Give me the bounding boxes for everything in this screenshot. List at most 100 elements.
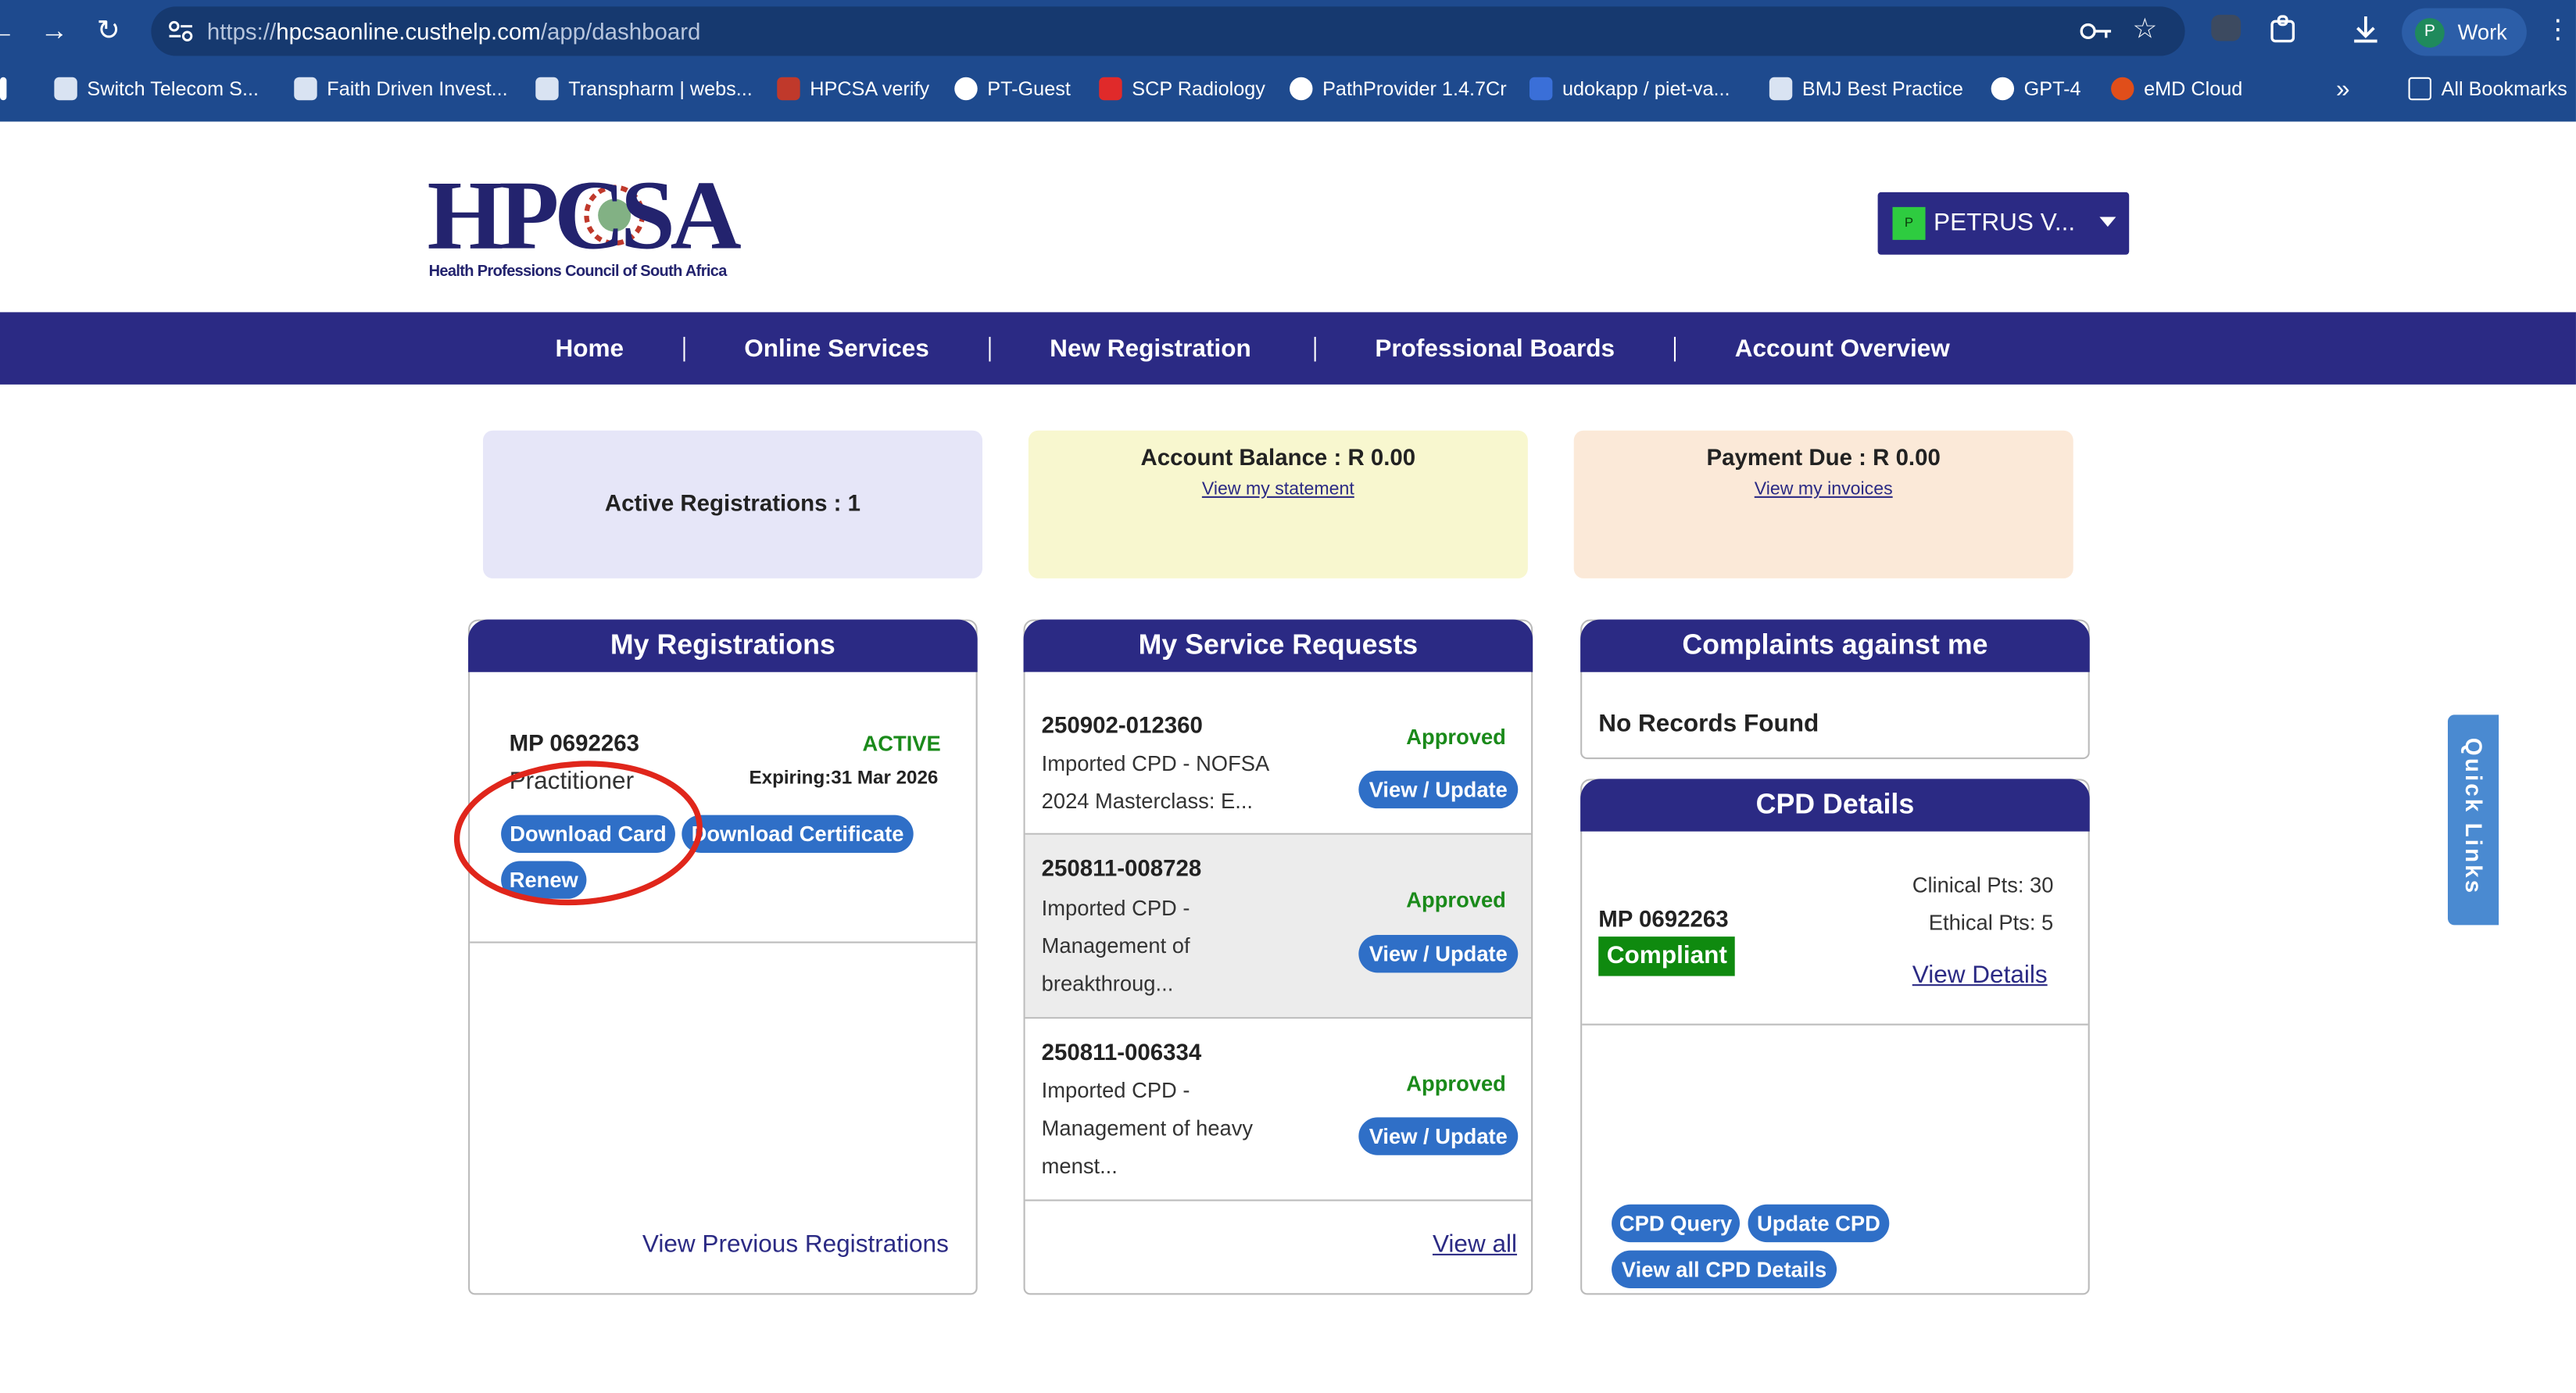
nav-divider: [683, 336, 685, 362]
bookmark-favicon-icon: [1769, 77, 1793, 101]
account-balance-card: Account Balance : R 0.00 View my stateme…: [1028, 430, 1528, 578]
request-description: 2024 Masterclass: E...: [1041, 788, 1254, 814]
nav-divider: [989, 336, 991, 362]
logo-subtitle: Health Professions Council of South Afri…: [428, 263, 728, 281]
request-description: Management of: [1041, 933, 1190, 958]
browser-profile-chip[interactable]: P Work: [2402, 8, 2527, 56]
reload-icon[interactable]: ↻: [91, 13, 127, 49]
view-all-requests-link[interactable]: View all: [1433, 1230, 1517, 1259]
nav-divider: [1673, 336, 1676, 362]
clinical-points: Clinical Pts: 30: [1912, 872, 2054, 897]
ethical-points: Ethical Pts: 5: [1928, 910, 2054, 936]
forward-arrow-icon[interactable]: →: [36, 13, 72, 49]
bookmark-star-icon[interactable]: ☆: [2132, 13, 2157, 46]
nav-professional-boards[interactable]: Professional Boards: [1375, 335, 1615, 363]
view-cpd-details-link[interactable]: View Details: [1912, 961, 2048, 990]
profile-avatar: P: [2414, 18, 2445, 48]
request-status: Approved: [1406, 1071, 1506, 1097]
bookmark-item[interactable]: HPCSA verify: [777, 76, 929, 102]
bookmark-item[interactable]: Faith Driven Invest...: [294, 76, 508, 102]
all-bookmarks-folder[interactable]: All Bookmarks: [2408, 76, 2567, 102]
request-description: Imported CPD -: [1041, 1077, 1190, 1103]
extensions-puzzle-icon[interactable]: [2267, 13, 2300, 46]
view-update-button[interactable]: View / Update: [1358, 1117, 1519, 1155]
bookmark-item[interactable]: BMJ Best Practice: [1769, 76, 1963, 102]
nav-home[interactable]: Home: [555, 335, 624, 363]
view-update-button[interactable]: View / Update: [1358, 935, 1519, 973]
no-records-text: No Records Found: [1598, 710, 1819, 738]
folder-icon: [2408, 77, 2431, 101]
main-nav: Home Online Services New Registration Pr…: [0, 312, 2576, 385]
registration-expiry: Expiring:31 Mar 2026: [749, 768, 939, 789]
bookmark-item[interactable]: SCP Radiology: [1099, 76, 1265, 102]
view-update-button[interactable]: View / Update: [1358, 770, 1519, 809]
url-text: https://hpcsaonline.custhelp.com/app/das…: [206, 18, 701, 45]
bookmark-item[interactable]: Switch Telecom S...: [54, 76, 259, 102]
request-id: 250902-012360: [1041, 711, 1203, 738]
service-request-row: 250902-012360 Approved Imported CPD - NO…: [1025, 671, 1532, 833]
bookmark-item[interactable]: GPT-4: [1991, 76, 2081, 102]
payment-due: Payment Due : R 0.00: [1706, 443, 1941, 471]
request-id: 250811-006334: [1041, 1038, 1202, 1065]
bookmark-favicon-icon: [1991, 77, 2015, 101]
site-settings-icon[interactable]: [167, 20, 194, 42]
service-request-row: 250811-006334 Approved Imported CPD - Ma…: [1025, 1019, 1532, 1200]
request-status: Approved: [1406, 724, 1506, 750]
bookmark-item[interactable]: Transpharm | webs...: [535, 76, 753, 102]
service-request-row: 250811-008728 Approved Imported CPD - Ma…: [1025, 834, 1532, 1018]
nav-new-registration[interactable]: New Registration: [1050, 335, 1251, 363]
request-id: 250811-008728: [1041, 854, 1202, 881]
request-description: menst...: [1041, 1153, 1118, 1179]
bookmark-item[interactable]: udokapp / piet-va...: [1529, 76, 1730, 102]
my-registrations-panel: My Registrations MP 0692263 ACTIVE Pract…: [468, 619, 978, 1295]
user-menu-button[interactable]: P PETRUS V...: [1877, 192, 2130, 255]
active-registrations-card: Active Registrations : 1: [482, 430, 982, 578]
registration-status: ACTIVE: [862, 731, 941, 756]
quick-links-tab[interactable]: Quick Links: [2447, 714, 2499, 926]
nav-online-services[interactable]: Online Services: [744, 335, 929, 363]
bookmark-favicon-icon: [1529, 77, 1553, 101]
panel-title: My Service Requests: [1023, 619, 1533, 672]
my-service-requests-panel: My Service Requests 250902-012360 Approv…: [1023, 619, 1533, 1295]
update-cpd-button[interactable]: Update CPD: [1748, 1204, 1890, 1243]
password-key-icon[interactable]: [2080, 20, 2113, 42]
divider: [1582, 1023, 2088, 1026]
request-description: Imported CPD - NOFSA: [1041, 750, 1270, 776]
bookmarks-overflow-button[interactable]: »: [2336, 75, 2350, 103]
view-statement-link[interactable]: View my statement: [1029, 480, 1528, 500]
cpd-details-panel: CPD Details Clinical Pts: 30 Ethical Pts…: [1580, 779, 2090, 1295]
bookmark-item[interactable]: eMD Cloud: [2111, 76, 2242, 102]
complaints-panel: Complaints against me No Records Found: [1580, 619, 2090, 760]
view-previous-registrations-link[interactable]: View Previous Registrations: [642, 1230, 949, 1259]
bookmark-favicon-icon: [777, 77, 800, 101]
payment-due-card: Payment Due : R 0.00 View my invoices: [1573, 430, 2073, 578]
hpcsa-logo[interactable]: HPCSA Health Professions Council of Sout…: [428, 164, 756, 286]
view-invoices-link[interactable]: View my invoices: [1574, 480, 2073, 500]
back-arrow-icon[interactable]: ←: [0, 13, 20, 49]
cpd-query-button[interactable]: CPD Query: [1612, 1204, 1741, 1243]
bookmark-item[interactable]: PT-Guest: [954, 76, 1071, 102]
address-bar[interactable]: https://hpcsaonline.custhelp.com/app/das…: [151, 6, 2185, 56]
panel-title: CPD Details: [1580, 779, 2090, 832]
nav-divider: [1314, 336, 1316, 362]
annotation-circle: [453, 761, 703, 906]
compliant-badge: Compliant: [1598, 936, 1736, 976]
bookmark-favicon-icon: [294, 77, 317, 101]
request-status: Approved: [1406, 887, 1506, 912]
bookmark-item[interactable]: PathProvider 1.4.7Cr: [1290, 76, 1507, 102]
browser-menu-icon[interactable]: ⋮: [2545, 13, 2571, 46]
extension-icon[interactable]: [2211, 14, 2241, 41]
divider: [470, 941, 976, 944]
panel-title: Complaints against me: [1580, 619, 2090, 672]
request-description: Management of heavy: [1041, 1115, 1254, 1141]
logo-text: HPCSA: [427, 160, 742, 270]
nav-account-overview[interactable]: Account Overview: [1735, 335, 1950, 363]
download-icon[interactable]: [2349, 13, 2382, 46]
bookmark-favicon-icon: [2111, 77, 2134, 101]
user-avatar: P: [1892, 206, 1926, 240]
download-certificate-button[interactable]: Download Certificate: [682, 815, 914, 853]
view-all-cpd-details-button[interactable]: View all CPD Details: [1612, 1250, 1837, 1288]
active-registrations-count: Active Registrations : 1: [604, 489, 861, 517]
quick-links-label: Quick Links: [2460, 737, 2488, 896]
divider: [1025, 1199, 1532, 1201]
